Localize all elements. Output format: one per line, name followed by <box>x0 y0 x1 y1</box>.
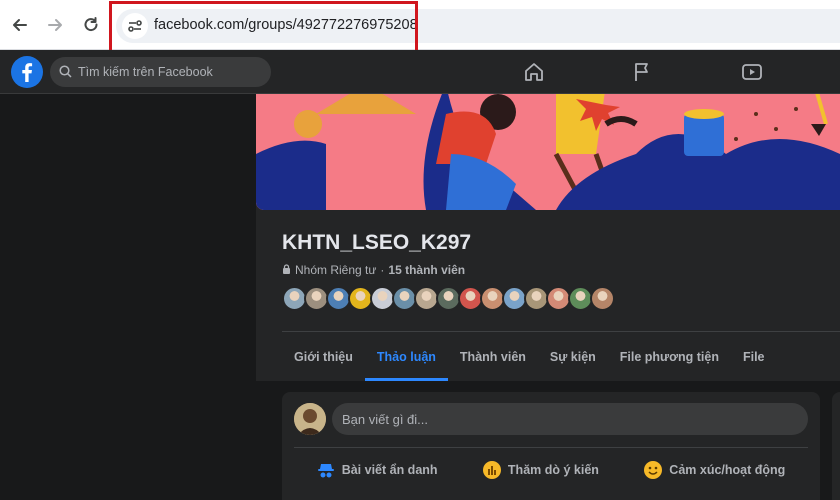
avatar[interactable] <box>294 403 326 435</box>
group-cover-photo <box>256 94 840 210</box>
tab-0[interactable]: Giới thiệu <box>282 332 365 381</box>
member-avatars[interactable] <box>282 286 615 312</box>
search-icon <box>59 65 72 78</box>
facebook-search-input[interactable]: Tìm kiếm trên Facebook <box>50 57 271 87</box>
reload-icon[interactable] <box>79 13 103 37</box>
pages-flag-icon[interactable] <box>631 61 653 83</box>
poll-button[interactable]: Thăm dò ý kiến <box>482 454 599 486</box>
back-arrow-icon[interactable] <box>8 13 32 37</box>
forward-arrow-icon[interactable] <box>43 13 67 37</box>
post-composer: Bạn viết gì đi... Bài viết ẩn danh Thăm … <box>282 392 820 500</box>
poll-icon <box>482 461 501 479</box>
search-placeholder: Tìm kiếm trên Facebook <box>78 65 213 79</box>
facebook-logo-icon[interactable] <box>11 56 43 88</box>
anonymous-post-icon <box>317 464 334 478</box>
group-tabs: Giới thiệu Thảo luận Thành viên Sự kiện File… <box>282 332 777 381</box>
feeling-smiley-icon <box>644 461 663 479</box>
group-privacy: Nhóm Riêng tư <box>295 263 377 277</box>
composer-actions: Bài viết ẩn danh Thăm dò ý kiến Cảm xúc/… <box>294 454 808 486</box>
group-header: KHTN_LSEO_K297 Nhóm Riêng tư · 15 thành … <box>256 94 840 381</box>
composer-input[interactable]: Bạn viết gì đi... <box>332 403 808 435</box>
group-member-count[interactable]: 15 thành viên <box>388 263 465 277</box>
left-sidebar <box>0 94 256 381</box>
tab-3[interactable]: Sự kiện <box>538 332 608 381</box>
browser-toolbar: facebook.com/groups/492772276975208 <box>0 0 840 57</box>
feeling-activity-button[interactable]: Cảm xúc/hoạt động <box>644 454 785 486</box>
meta-separator: · <box>380 263 385 277</box>
tab-2[interactable]: Thành viên <box>448 332 538 381</box>
tab-5[interactable]: File <box>731 332 777 381</box>
anonymous-post-label: Bài viết ẩn danh <box>341 463 438 477</box>
url-highlight-box <box>109 1 418 57</box>
feeling-activity-label: Cảm xúc/hoạt động <box>669 463 786 477</box>
facebook-topbar: Tìm kiếm trên Facebook <box>0 50 840 94</box>
group-name: KHTN_LSEO_K297 <box>282 231 472 254</box>
right-column-card <box>832 392 840 500</box>
cover-illustration <box>256 94 840 210</box>
tab-1[interactable]: Thảo luận <box>364 332 448 381</box>
composer-divider <box>294 447 808 448</box>
member-avatar[interactable] <box>590 286 615 311</box>
poll-label: Thăm dò ý kiến <box>507 463 599 477</box>
composer-placeholder: Bạn viết gì đi... <box>342 412 428 427</box>
lock-icon <box>282 263 291 277</box>
group-meta: Nhóm Riêng tư · 15 thành viên <box>282 263 465 277</box>
tab-4[interactable]: File phương tiện <box>608 332 731 381</box>
home-icon[interactable] <box>523 61 545 83</box>
anonymous-post-button[interactable]: Bài viết ẩn danh <box>317 454 438 486</box>
video-icon[interactable] <box>741 61 763 83</box>
